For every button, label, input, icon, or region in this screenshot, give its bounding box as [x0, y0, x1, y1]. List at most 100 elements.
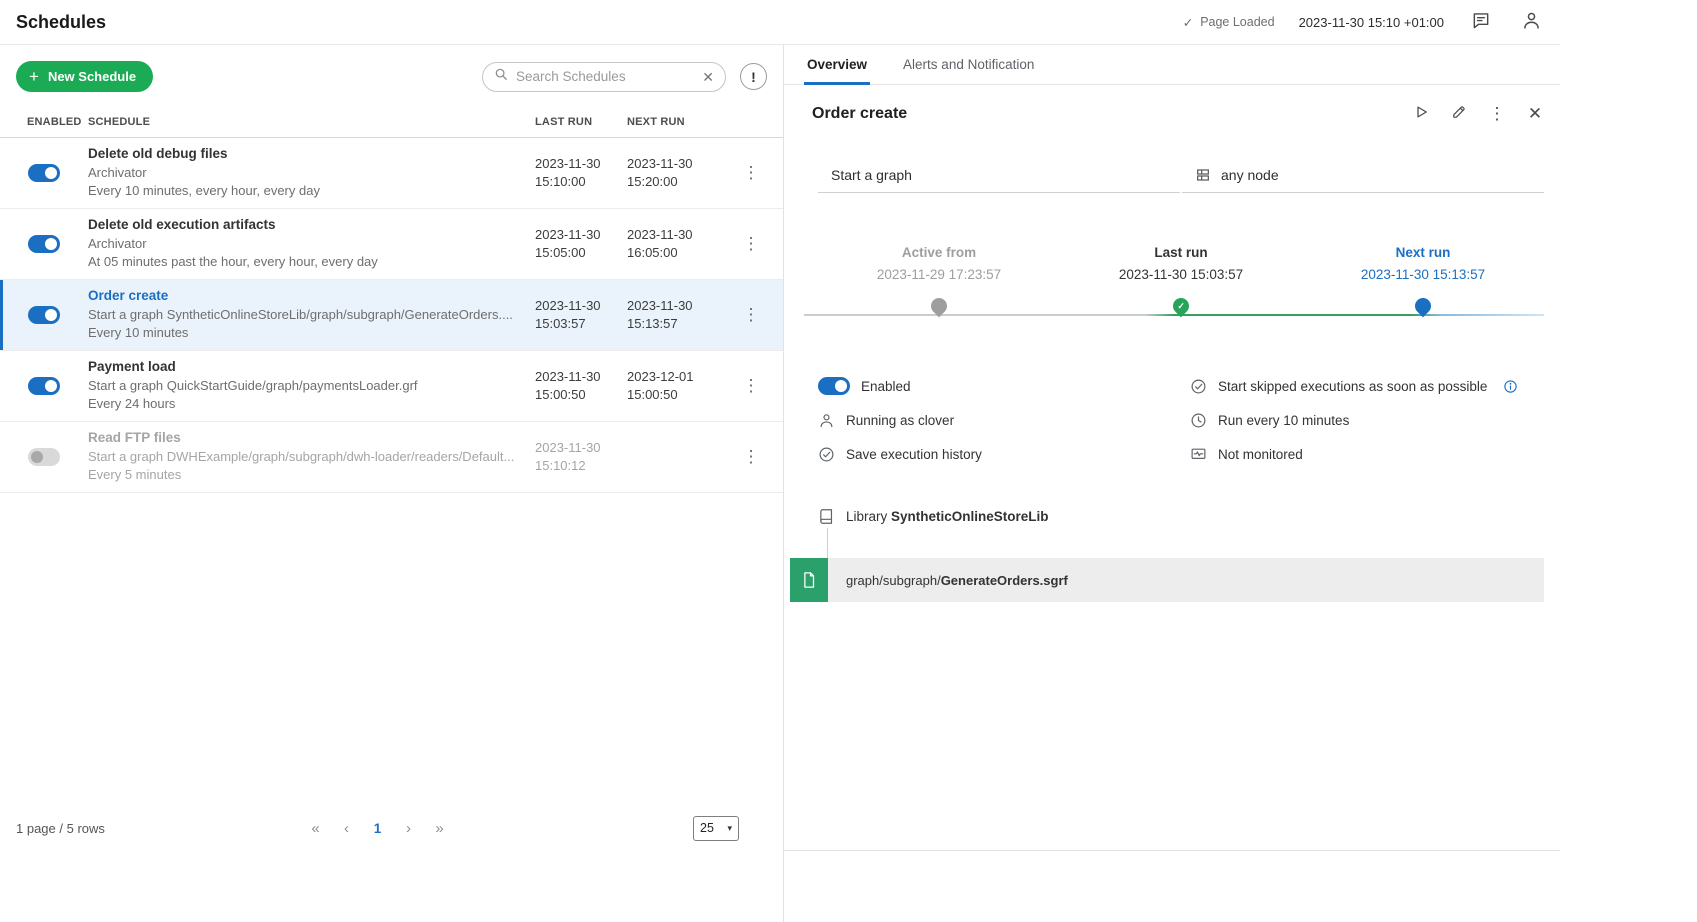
last-page-button[interactable]: » — [427, 816, 452, 841]
user-menu-button[interactable] — [1518, 9, 1544, 35]
clear-search-button[interactable]: ✕ — [702, 70, 714, 84]
page-loaded-status: ✓ Page Loaded — [1183, 15, 1275, 30]
table-row-selected[interactable]: Order create Start a graph SyntheticOnli… — [0, 280, 783, 351]
library-name: SyntheticOnlineStoreLib — [891, 509, 1049, 524]
row-menu-button[interactable]: ⋮ — [739, 303, 763, 327]
check-icon: ✓ — [1183, 15, 1193, 30]
schedule-desc: Start a graph QuickStartGuide/graph/paym… — [88, 377, 535, 395]
table-row[interactable]: Delete old debug files Archivator Every … — [0, 138, 783, 209]
next-run-value: 2023-12-01 15:00:50 — [627, 368, 709, 404]
save-history-label: Save execution history — [846, 447, 982, 462]
last-run-value: 2023-11-30 15:05:00 — [535, 226, 617, 262]
schedule-period: Every 10 minutes, every hour, every day — [88, 182, 535, 200]
monitor-icon — [1190, 446, 1207, 463]
schedule-type-value: Start a graph — [831, 167, 912, 183]
feedback-button[interactable] — [1468, 9, 1494, 35]
library-row: Library SyntheticOnlineStoreLib — [818, 508, 1544, 525]
last-run-value: 2023-11-30 15:03:57 — [535, 297, 617, 333]
last-run-label: Last run — [1060, 245, 1302, 260]
start-skipped-property: Start skipped executions as soon as poss… — [1190, 376, 1544, 396]
new-schedule-button[interactable]: + New Schedule — [16, 61, 153, 92]
row-menu-button[interactable]: ⋮ — [739, 374, 763, 398]
schedule-period: Every 10 minutes — [88, 324, 535, 342]
active-from-label: Active from — [818, 245, 1060, 260]
next-run-value: 2023-11-30 16:05:00 — [627, 226, 709, 262]
column-next-run: NEXT RUN — [627, 116, 719, 128]
tab-overview[interactable]: Overview — [804, 45, 870, 84]
run-timeline: Active from 2023-11-29 17:23:57 Last run… — [818, 245, 1544, 338]
enabled-toggle[interactable] — [28, 306, 60, 324]
column-schedule: SCHEDULE — [88, 116, 535, 128]
detail-tabs: Overview Alerts and Notification — [784, 45, 1560, 85]
monitored-property: Not monitored — [1190, 444, 1544, 464]
schedule-period: Every 5 minutes — [88, 466, 535, 484]
first-page-button[interactable]: « — [303, 816, 328, 841]
next-run-value: 2023-11-30 15:20:00 — [627, 155, 709, 191]
table-row-disabled[interactable]: Read FTP files Start a graph DWHExample/… — [0, 422, 783, 493]
tab-alerts-notification[interactable]: Alerts and Notification — [900, 45, 1037, 84]
graph-file-row[interactable]: graph/subgraph/GenerateOrders.sgrf — [790, 558, 1544, 602]
close-icon: ✕ — [1528, 104, 1542, 124]
schedule-desc: Archivator — [88, 164, 535, 182]
run-every-label: Run every 10 minutes — [1218, 413, 1349, 428]
edit-button[interactable] — [1446, 101, 1472, 127]
more-actions-button[interactable]: ⋮ — [1484, 101, 1510, 127]
page-size-value: 25 — [700, 821, 714, 835]
kebab-icon: ⋮ — [1489, 104, 1506, 124]
page-size-select[interactable]: 25 ▾ — [693, 816, 739, 841]
row-menu-button[interactable]: ⋮ — [739, 232, 763, 256]
warnings-button[interactable]: ! — [740, 63, 767, 90]
check-circle-icon — [818, 446, 835, 463]
schedule-desc: Archivator — [88, 235, 535, 253]
start-skipped-label: Start skipped executions as soon as poss… — [1218, 379, 1487, 394]
schedule-period: Every 24 hours — [88, 395, 535, 413]
monitored-label: Not monitored — [1218, 447, 1303, 462]
check-circle-icon — [1190, 378, 1207, 395]
library-label: Library — [846, 509, 887, 524]
schedule-name: Delete old debug files — [88, 146, 535, 161]
page-loaded-label: Page Loaded — [1200, 15, 1274, 29]
search-icon — [494, 67, 508, 86]
row-menu-button[interactable]: ⋮ — [739, 161, 763, 185]
prev-page-button[interactable]: ‹ — [334, 816, 359, 841]
info-icon[interactable] — [1503, 379, 1518, 394]
last-run-value: 2023-11-30 15:10:12 — [535, 439, 617, 475]
row-menu-button[interactable]: ⋮ — [739, 445, 763, 469]
node-field[interactable]: any node — [1182, 157, 1544, 193]
pagination-summary: 1 page / 5 rows — [16, 821, 303, 836]
timeline-track — [804, 314, 1544, 316]
library-icon — [818, 508, 835, 525]
enabled-label: Enabled — [861, 379, 911, 394]
enabled-toggle[interactable] — [28, 235, 60, 253]
run-now-button[interactable] — [1408, 101, 1434, 127]
column-last-run: LAST RUN — [535, 116, 627, 128]
schedule-list: Delete old debug files Archivator Every … — [0, 138, 783, 493]
enabled-toggle[interactable] — [28, 164, 60, 182]
next-page-button[interactable]: › — [396, 816, 421, 841]
run-every-property: Run every 10 minutes — [1190, 410, 1544, 430]
server-timestamp: 2023-11-30 15:10 +01:00 — [1299, 15, 1444, 30]
schedule-type-field[interactable]: Start a graph — [818, 157, 1180, 193]
user-icon — [818, 412, 835, 429]
search-input[interactable] — [516, 69, 694, 84]
enabled-toggle[interactable] — [28, 448, 60, 466]
last-run-value: 2023-11-30 15:00:50 — [535, 368, 617, 404]
table-row[interactable]: Payment load Start a graph QuickStartGui… — [0, 351, 783, 422]
schedule-name: Order create — [88, 288, 535, 303]
schedule-name: Payment load — [88, 359, 535, 374]
new-schedule-label: New Schedule — [48, 69, 136, 84]
current-page[interactable]: 1 — [365, 821, 390, 836]
column-enabled: ENABLED — [16, 116, 88, 128]
schedule-desc: Start a graph SyntheticOnlineStoreLib/gr… — [88, 306, 535, 324]
play-icon — [1412, 103, 1430, 126]
clock-icon — [1190, 412, 1207, 429]
close-detail-button[interactable]: ✕ — [1522, 101, 1548, 127]
enabled-toggle[interactable] — [28, 377, 60, 395]
table-row[interactable]: Delete old execution artifacts Archivato… — [0, 209, 783, 280]
graph-file-name: GenerateOrders.sgrf — [941, 573, 1068, 588]
next-run-datetime: 2023-11-30 15:13:57 — [1302, 267, 1544, 282]
graph-file-path: graph/subgraph/ — [846, 573, 941, 588]
pagination-bar: 1 page / 5 rows « ‹ 1 › » 25 ▾ — [0, 810, 783, 846]
detail-enabled-toggle[interactable] — [818, 377, 850, 395]
schedule-name: Delete old execution artifacts — [88, 217, 535, 232]
